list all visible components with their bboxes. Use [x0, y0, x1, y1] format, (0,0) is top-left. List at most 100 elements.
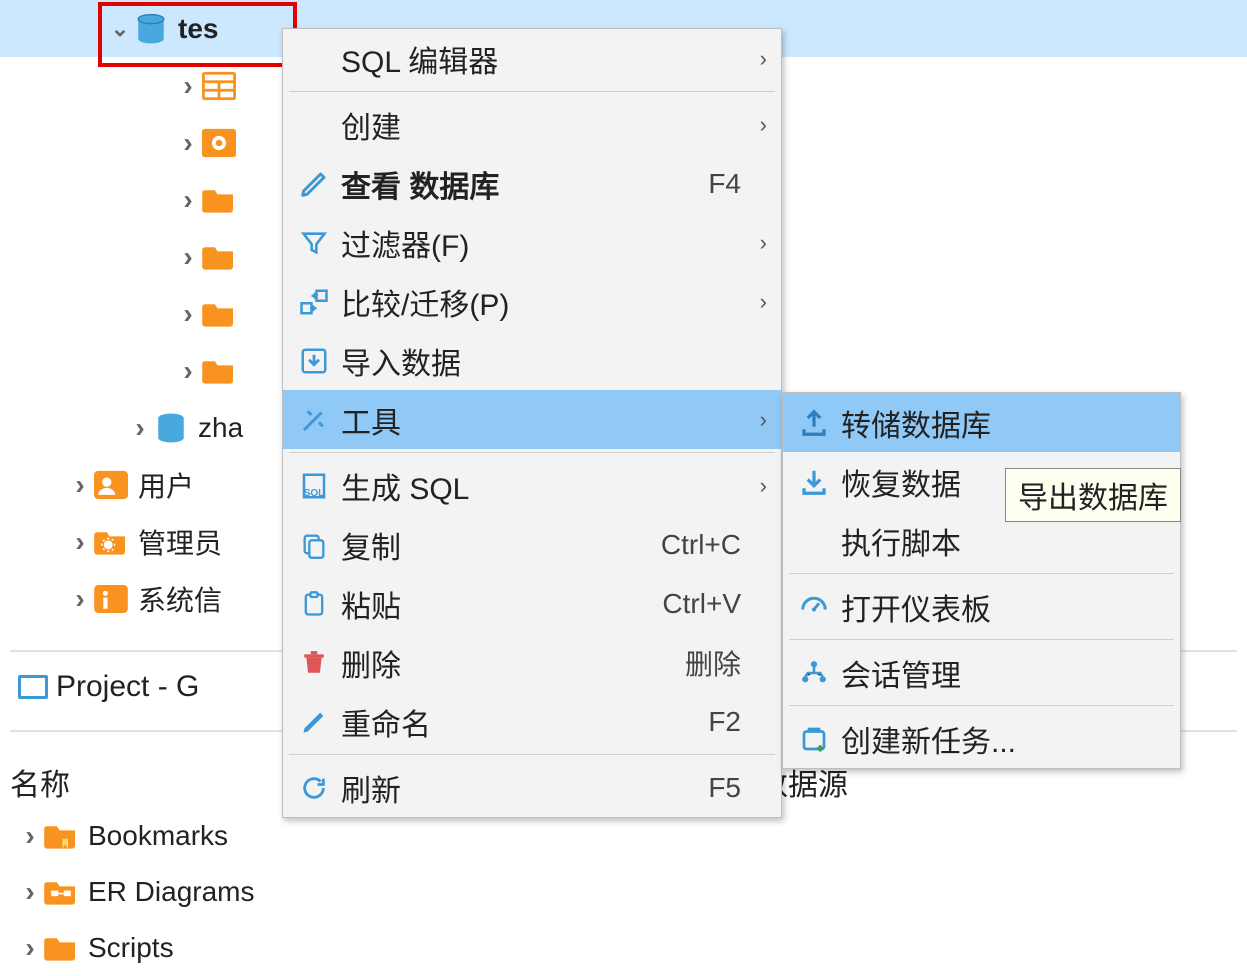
menu-item-generate-sql[interactable]: SQL 生成 SQL ›: [283, 456, 781, 515]
project-icon: [18, 675, 48, 699]
submenu-arrow-icon: ›: [747, 112, 767, 138]
menu-item-copy[interactable]: 复制 Ctrl+C: [283, 515, 781, 574]
menu-item-label: 重命名: [335, 700, 708, 744]
tree-item-label: zha: [198, 412, 243, 444]
menu-item-rename[interactable]: 重命名 F2: [283, 692, 781, 751]
database-icon: [152, 409, 190, 447]
paste-icon: [293, 590, 335, 618]
folder-icon: [200, 295, 238, 333]
menu-item-import[interactable]: 导入数据: [283, 331, 781, 390]
menu-item-create[interactable]: 创建 ›: [283, 95, 781, 154]
column-header-name: 名称: [10, 760, 70, 804]
new-task-icon: [793, 724, 835, 754]
submenu-item-dump-db[interactable]: 转储数据库: [783, 393, 1180, 452]
chevron-right-icon: [68, 583, 92, 615]
chevron-down-icon: [108, 16, 132, 42]
tree-item-label: tes: [178, 13, 218, 45]
bookmarks-folder-icon: [42, 817, 80, 855]
menu-separator: [289, 91, 775, 92]
menu-item-label: 复制: [335, 523, 661, 567]
filter-icon: [293, 229, 335, 257]
submenu-item-dashboard[interactable]: 打开仪表板: [783, 577, 1180, 636]
chevron-right-icon: [176, 241, 200, 273]
folder-icon: [200, 181, 238, 219]
menu-item-label: 创建: [335, 103, 747, 147]
session-icon: [793, 658, 835, 688]
menu-item-filter[interactable]: 过滤器(F) ›: [283, 213, 781, 272]
project-item-label: ER Diagrams: [88, 876, 254, 908]
tree-item-label: 管理员: [138, 522, 222, 562]
menu-shortcut: Ctrl+C: [661, 529, 747, 561]
chevron-right-icon: [176, 355, 200, 387]
tree-item-label: 用户: [138, 465, 194, 505]
tools-icon: [293, 405, 335, 435]
menu-separator: [289, 754, 775, 755]
menu-separator: [789, 573, 1174, 574]
tree-item-label: 系统信: [138, 579, 222, 619]
submenu-item-new-task[interactable]: 创建新任务...: [783, 709, 1180, 768]
folder-icon: [200, 352, 238, 390]
admin-folder-icon: [92, 523, 130, 561]
menu-separator: [789, 705, 1174, 706]
chevron-right-icon: [18, 820, 42, 852]
menu-item-paste[interactable]: 粘贴 Ctrl+V: [283, 574, 781, 633]
menu-item-view-database[interactable]: 查看 数据库 F4: [283, 154, 781, 213]
menu-separator: [289, 452, 775, 453]
project-tree: Bookmarks ER Diagrams Scripts: [18, 808, 254, 976]
menu-item-sql-editor[interactable]: SQL 编辑器 ›: [283, 29, 781, 88]
chevron-right-icon: [68, 526, 92, 558]
view-icon: [200, 124, 238, 162]
database-icon: [132, 10, 170, 48]
chevron-right-icon: [176, 70, 200, 102]
menu-item-refresh[interactable]: 刷新 F5: [283, 758, 781, 817]
export-up-icon: [793, 408, 835, 438]
tooltip: 导出数据库: [1005, 468, 1181, 522]
tools-submenu: 转储数据库 恢复数据 执行脚本 打开仪表板 会话管理 创建新任务...: [782, 392, 1181, 769]
menu-item-label: 刷新: [335, 766, 708, 810]
submenu-item-session[interactable]: 会话管理: [783, 643, 1180, 702]
edit-icon: [293, 169, 335, 199]
chevron-right-icon: [18, 876, 42, 908]
chevron-right-icon: [176, 298, 200, 330]
project-title: Project - G: [56, 670, 199, 704]
menu-item-label: 查看 数据库: [335, 162, 708, 206]
chevron-right-icon: [176, 127, 200, 159]
menu-item-label: 删除: [335, 641, 685, 685]
menu-shortcut: 删除: [685, 643, 747, 683]
menu-shortcut: F5: [708, 772, 747, 804]
dashboard-icon: [793, 592, 835, 622]
menu-shortcut: F4: [708, 168, 747, 200]
compare-icon: [293, 287, 335, 317]
menu-shortcut: Ctrl+V: [662, 588, 747, 620]
users-icon: [92, 466, 130, 504]
menu-item-label: 过滤器(F): [335, 221, 747, 265]
menu-item-label: 执行脚本: [835, 519, 1166, 563]
menu-item-label: 生成 SQL: [335, 464, 747, 508]
menu-item-label: 导入数据: [335, 339, 747, 383]
menu-item-label: 打开仪表板: [835, 585, 1166, 629]
menu-item-compare[interactable]: 比较/迁移(P) ›: [283, 272, 781, 331]
submenu-arrow-icon: ›: [747, 407, 767, 433]
menu-separator: [789, 639, 1174, 640]
trash-icon: [293, 648, 335, 678]
chevron-right-icon: [128, 412, 152, 444]
chevron-right-icon: [176, 184, 200, 216]
chevron-right-icon: [68, 469, 92, 501]
project-item-bookmarks[interactable]: Bookmarks: [18, 808, 254, 864]
menu-item-label: 比较/迁移(P): [335, 280, 747, 324]
menu-shortcut: F2: [708, 706, 747, 738]
project-item-label: Scripts: [88, 932, 174, 964]
project-item-er[interactable]: ER Diagrams: [18, 864, 254, 920]
context-menu: SQL 编辑器 › 创建 › 查看 数据库 F4 过滤器(F) › 比较/迁移(…: [282, 28, 782, 818]
submenu-arrow-icon: ›: [747, 473, 767, 499]
submenu-arrow-icon: ›: [747, 46, 767, 72]
menu-item-delete[interactable]: 删除 删除: [283, 633, 781, 692]
project-panel-header[interactable]: Project - G: [18, 670, 199, 704]
project-item-label: Bookmarks: [88, 820, 228, 852]
menu-item-tools[interactable]: 工具 ›: [283, 390, 781, 449]
menu-item-label: 创建新任务...: [835, 717, 1166, 761]
project-item-scripts[interactable]: Scripts: [18, 920, 254, 976]
menu-item-label: 工具: [335, 398, 747, 442]
refresh-icon: [293, 774, 335, 802]
folder-icon: [200, 238, 238, 276]
